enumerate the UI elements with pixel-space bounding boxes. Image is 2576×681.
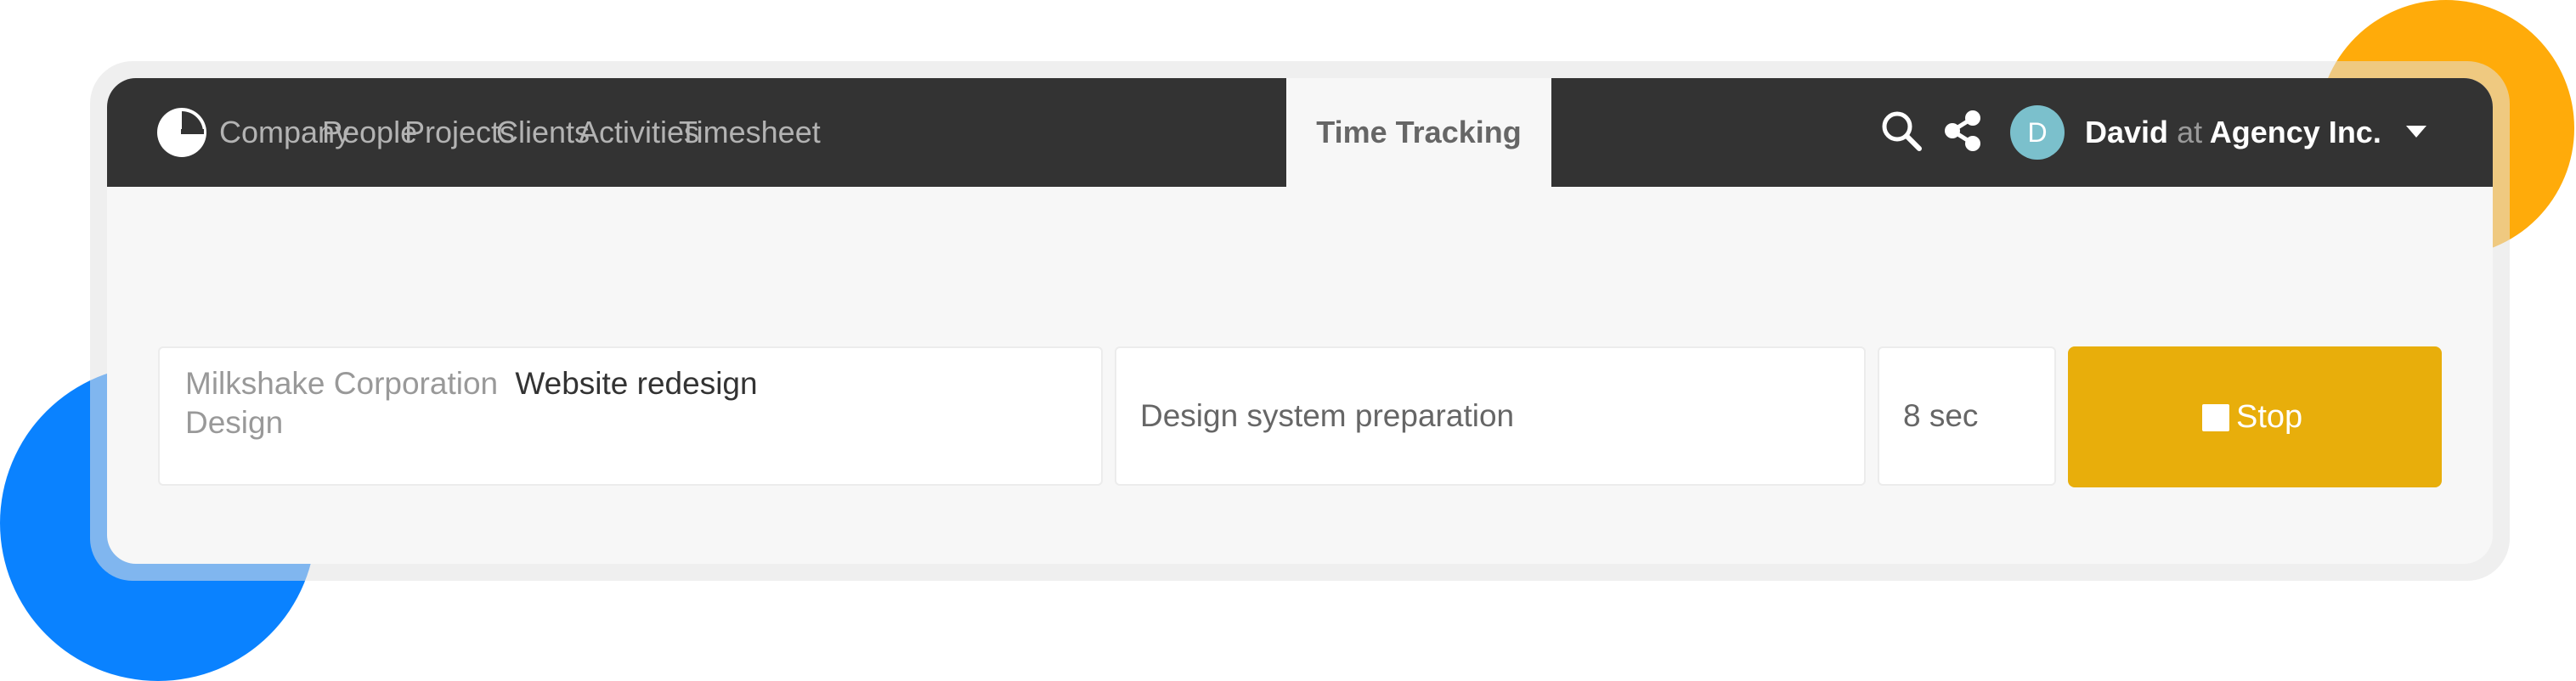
project-selector[interactable]: Milkshake Corporation Website redesign D… — [158, 346, 1103, 486]
nav-people[interactable]: People — [322, 78, 417, 187]
task-description-input[interactable]: Design system preparation — [1115, 346, 1866, 486]
caret-down-icon[interactable] — [2406, 126, 2426, 138]
share-icon[interactable] — [1942, 109, 1983, 153]
activity-name: Design — [185, 405, 284, 440]
elapsed-timer: 8 sec — [1878, 346, 2056, 486]
stop-icon — [2202, 404, 2229, 431]
elapsed-time: 8 sec — [1903, 398, 1979, 433]
stage: Company People Projects Clients Activiti… — [0, 0, 2576, 681]
user-at: at — [2177, 115, 2203, 149]
stop-label: Stop — [2236, 399, 2303, 435]
user-name: David — [2085, 115, 2169, 149]
nav-timesheet[interactable]: Timesheet — [679, 78, 821, 187]
app-window: Company People Projects Clients Activiti… — [107, 78, 2493, 564]
avatar[interactable]: D — [2010, 105, 2065, 160]
stop-button[interactable]: Stop — [2068, 346, 2442, 487]
top-navbar: Company People Projects Clients Activiti… — [107, 78, 2493, 187]
client-name: Milkshake Corporation — [185, 366, 499, 401]
nav-time-tracking-label: Time Tracking — [1316, 115, 1522, 149]
company-logo-icon[interactable] — [156, 107, 207, 158]
user-menu[interactable]: David at Agency Inc. — [2085, 78, 2381, 187]
nav-clients[interactable]: Clients — [496, 78, 590, 187]
project-name: Website redesign — [515, 366, 758, 401]
project-line: Milkshake Corporation Website redesign — [185, 363, 758, 404]
user-org: Agency Inc. — [2209, 115, 2381, 149]
search-icon[interactable] — [1879, 109, 1924, 153]
task-description: Design system preparation — [1140, 398, 1515, 433]
nav-time-tracking[interactable]: Time Tracking — [1286, 78, 1551, 187]
